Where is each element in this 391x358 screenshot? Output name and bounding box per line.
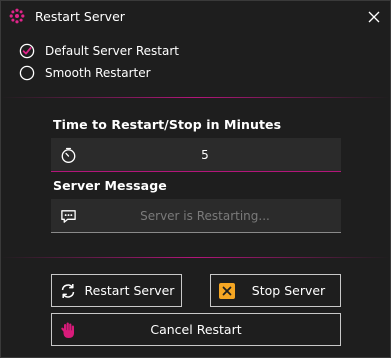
chat-icon	[61, 210, 76, 223]
close-button[interactable]	[359, 3, 389, 31]
radio-checked-icon	[19, 43, 35, 59]
cancel-restart-label: Cancel Restart	[150, 322, 242, 337]
app-logo-icon	[9, 8, 25, 24]
window-title: Restart Server	[35, 9, 125, 24]
restart-server-window: Restart Server Default Server Restart Sm…	[0, 0, 391, 358]
time-input[interactable]	[85, 138, 325, 171]
time-label: Time to Restart/Stop in Minutes	[53, 117, 282, 132]
stop-server-button[interactable]: Stop Server	[210, 274, 341, 307]
radio-unchecked-icon	[19, 65, 35, 81]
close-icon	[368, 11, 380, 23]
stop-server-label: Stop Server	[251, 283, 326, 298]
server-message-field	[51, 199, 341, 233]
stopwatch-icon	[61, 147, 76, 163]
time-field	[51, 138, 341, 172]
restart-server-label: Restart Server	[84, 283, 175, 298]
cancel-restart-button[interactable]: Cancel Restart	[51, 313, 341, 346]
radio-label-default: Default Server Restart	[45, 44, 179, 58]
server-message-input[interactable]	[85, 199, 325, 232]
server-message-label: Server Message	[53, 178, 167, 193]
divider-bottom	[1, 257, 390, 258]
title-bar: Restart Server	[1, 1, 390, 33]
radio-label-smooth: Smooth Restarter	[45, 66, 151, 80]
radio-smooth-restarter[interactable]: Smooth Restarter	[19, 64, 151, 82]
divider-top	[1, 97, 390, 98]
radio-default-restart[interactable]: Default Server Restart	[19, 42, 179, 60]
restart-server-button[interactable]: Restart Server	[51, 274, 182, 307]
